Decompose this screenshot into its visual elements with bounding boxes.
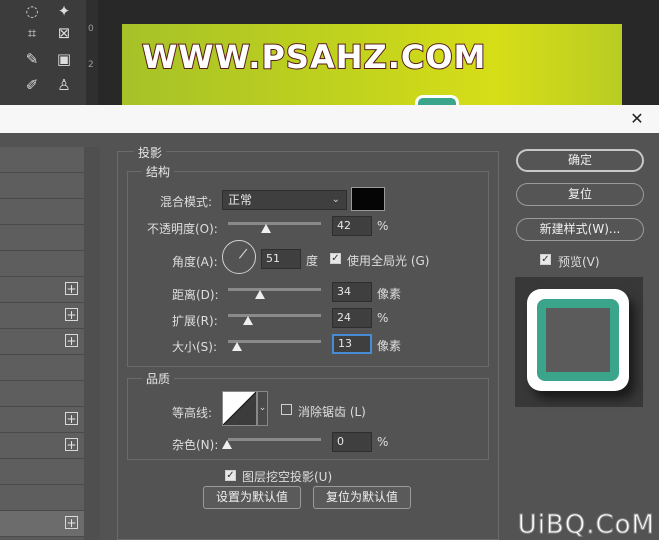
magic-wand-tool-icon[interactable]: ✦ bbox=[52, 0, 76, 22]
crop-tool-icon[interactable]: ⌗ bbox=[20, 22, 44, 44]
style-list-item[interactable] bbox=[0, 485, 84, 511]
style-list-item[interactable] bbox=[0, 459, 84, 485]
eyedropper-tool-icon[interactable]: ✎ bbox=[20, 48, 44, 70]
noise-field[interactable]: 0 bbox=[332, 432, 372, 452]
canvas-site-text: WWW.PSAHZ.COM bbox=[141, 37, 487, 77]
anti-alias-label: 消除锯齿 (L) bbox=[298, 405, 366, 419]
healing-brush-tool-icon[interactable]: ▣ bbox=[52, 48, 76, 70]
new-style-button[interactable]: 新建样式(W)... bbox=[516, 218, 644, 241]
shadow-color-swatch[interactable] bbox=[351, 187, 385, 211]
spread-unit: % bbox=[377, 311, 389, 325]
size-label: 大小(S): bbox=[172, 340, 218, 354]
reset-button[interactable]: 复位 bbox=[516, 183, 644, 206]
spread-field[interactable]: 24 bbox=[332, 308, 372, 328]
dialog-titlebar: ✕ bbox=[0, 105, 659, 133]
size-field[interactable]: 13 bbox=[332, 334, 372, 354]
watermark-text: UiBQ.CoM bbox=[517, 510, 655, 540]
section-title: 投影 bbox=[134, 144, 167, 161]
add-effect-icon[interactable]: + bbox=[65, 438, 78, 451]
style-list-item[interactable]: + bbox=[0, 407, 84, 433]
style-list-item[interactable] bbox=[0, 225, 84, 251]
brush-tool-icon[interactable]: ✐ bbox=[20, 74, 44, 96]
opacity-slider-track[interactable] bbox=[228, 222, 321, 225]
preview-outer-frame bbox=[527, 289, 629, 391]
distance-slider-thumb[interactable] bbox=[255, 290, 265, 299]
spread-slider-track[interactable] bbox=[228, 314, 321, 317]
size-unit: 像素 bbox=[377, 339, 402, 353]
noise-slider-track[interactable] bbox=[228, 438, 321, 441]
knockout-label: 图层挖空投影(U) bbox=[242, 470, 333, 484]
tools-panel: ◌ ✦ ⌗ ⊠ ✎ ▣ ✐ ♙ bbox=[0, 0, 86, 105]
vertical-ruler: 0 2 bbox=[86, 0, 98, 105]
style-list-item-drop-shadow[interactable]: + bbox=[0, 511, 84, 537]
reset-default-button[interactable]: 复位为默认值 bbox=[313, 486, 411, 509]
structure-title: 结构 bbox=[142, 163, 175, 180]
style-list-item[interactable] bbox=[0, 173, 84, 199]
add-effect-icon[interactable]: + bbox=[65, 516, 78, 529]
quality-title: 品质 bbox=[142, 370, 175, 387]
contour-label: 等高线: bbox=[172, 406, 213, 420]
stamp-tool-icon[interactable]: ♙ bbox=[52, 74, 76, 96]
preview-label: 预览(V) bbox=[558, 255, 600, 269]
opacity-label: 不透明度(O): bbox=[147, 222, 218, 236]
style-list-item[interactable] bbox=[0, 355, 84, 381]
contour-curve-icon bbox=[223, 392, 256, 425]
ruler-mark: 0 bbox=[88, 24, 94, 34]
add-effect-icon[interactable]: + bbox=[65, 308, 78, 321]
ruler-mark: 2 bbox=[88, 60, 94, 70]
angle-field[interactable]: 51 bbox=[261, 249, 301, 269]
style-list-item[interactable]: + bbox=[0, 433, 84, 459]
global-light-label: 使用全局光 (G) bbox=[347, 254, 430, 268]
add-effect-icon[interactable]: + bbox=[65, 412, 78, 425]
style-list-item[interactable]: + bbox=[0, 329, 84, 355]
contour-picker[interactable] bbox=[222, 391, 257, 426]
blend-mode-select[interactable]: 正常 ⌄ bbox=[222, 190, 347, 210]
preview-inner-square bbox=[546, 308, 610, 372]
blend-mode-label: 混合模式: bbox=[160, 195, 213, 209]
add-effect-icon[interactable]: + bbox=[65, 282, 78, 295]
ok-button[interactable]: 确定 bbox=[516, 149, 644, 172]
angle-label: 角度(A): bbox=[172, 255, 218, 269]
frame-tool-icon[interactable]: ⊠ bbox=[52, 22, 76, 44]
document-canvas[interactable]: WWW.PSAHZ.COM bbox=[122, 24, 622, 118]
style-list-item[interactable]: + bbox=[0, 303, 84, 329]
angle-dial-needle bbox=[239, 248, 248, 259]
size-slider-thumb[interactable] bbox=[232, 342, 242, 351]
knockout-checkbox[interactable]: ✓ bbox=[225, 470, 236, 481]
styles-list-scrollbar[interactable] bbox=[84, 147, 100, 540]
opacity-slider-thumb[interactable] bbox=[261, 224, 271, 233]
anti-alias-checkbox[interactable] bbox=[281, 404, 292, 415]
layer-style-dialog: ✕ + + + + + + 投影 结构 混合模式: 正常 ⌄ 不透明度(O): … bbox=[0, 105, 659, 540]
noise-label: 杂色(N): bbox=[172, 438, 219, 452]
chevron-down-icon: ⌄ bbox=[331, 194, 340, 205]
lasso-tool-icon[interactable]: ◌ bbox=[20, 0, 44, 22]
style-list-item[interactable]: + bbox=[0, 277, 84, 303]
preview-teal-border bbox=[537, 299, 619, 381]
style-list-item[interactable] bbox=[0, 381, 84, 407]
preview-checkbox[interactable]: ✓ bbox=[540, 254, 551, 265]
set-default-button[interactable]: 设置为默认值 bbox=[203, 486, 301, 509]
spread-slider-thumb[interactable] bbox=[243, 316, 253, 325]
blend-mode-value: 正常 bbox=[228, 193, 253, 207]
add-effect-icon[interactable]: + bbox=[65, 334, 78, 347]
spread-label: 扩展(R): bbox=[172, 314, 218, 328]
distance-label: 距离(D): bbox=[172, 288, 219, 302]
global-light-checkbox[interactable]: ✓ bbox=[330, 253, 341, 264]
angle-unit: 度 bbox=[306, 254, 319, 268]
opacity-field[interactable]: 42 bbox=[332, 216, 372, 236]
close-icon[interactable]: ✕ bbox=[627, 109, 647, 129]
noise-unit: % bbox=[377, 435, 389, 449]
style-list-item[interactable] bbox=[0, 147, 84, 173]
distance-field[interactable]: 34 bbox=[332, 282, 372, 302]
distance-slider-track[interactable] bbox=[228, 288, 321, 291]
distance-unit: 像素 bbox=[377, 287, 402, 301]
style-preview bbox=[515, 277, 643, 407]
style-list-item[interactable] bbox=[0, 199, 84, 225]
angle-dial[interactable] bbox=[222, 240, 256, 274]
opacity-unit: % bbox=[377, 219, 389, 233]
style-list-item[interactable] bbox=[0, 251, 84, 277]
noise-slider-thumb[interactable] bbox=[222, 440, 232, 449]
contour-chevron-down-icon[interactable]: ⌄ bbox=[257, 391, 268, 426]
